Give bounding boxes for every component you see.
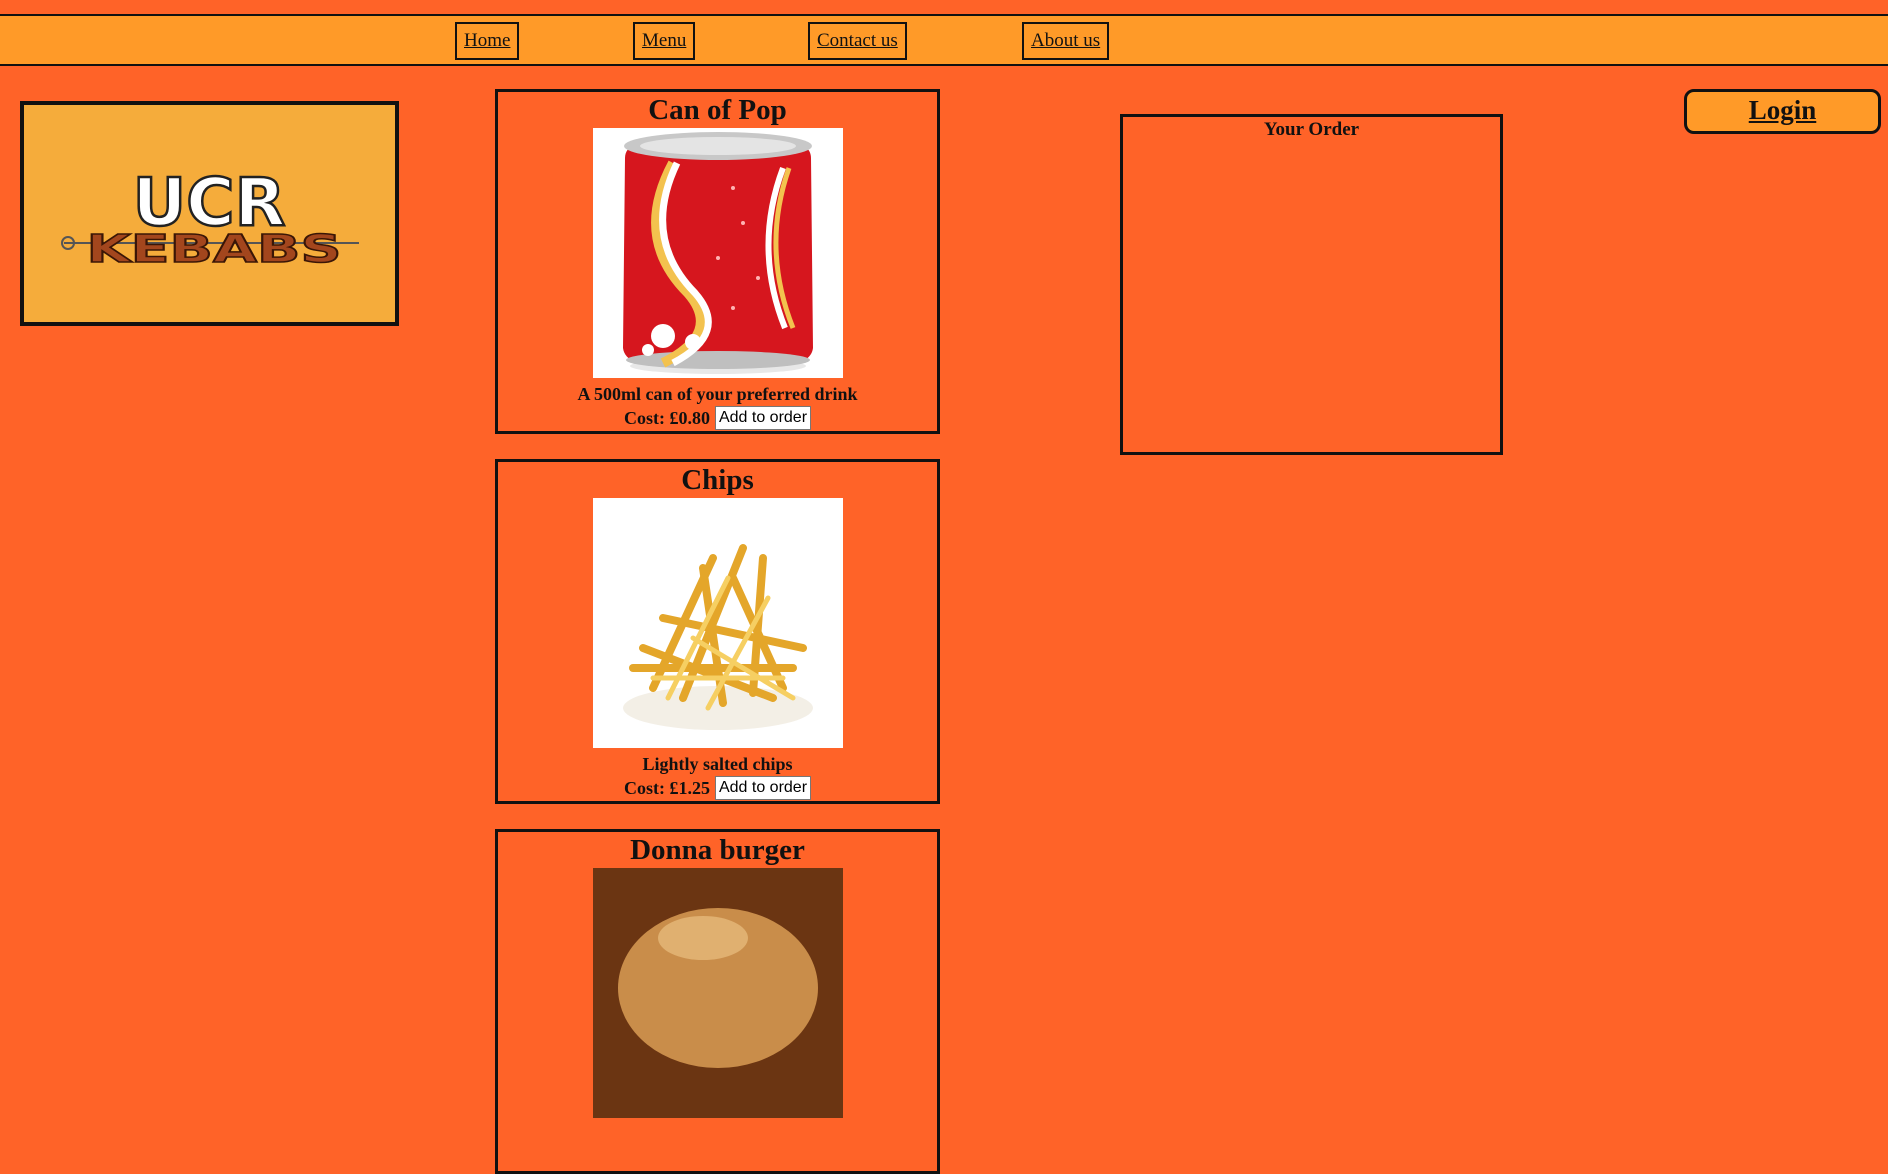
product-card-can-of-pop: Can of Pop A 500ml can of your preferred… [495, 89, 940, 434]
logo-image: UCR KEBABS [61, 163, 359, 272]
nav-link-home[interactable]: Home [455, 22, 520, 60]
product-card-donna-burger: Donna burger [495, 829, 940, 1174]
chips-image [592, 498, 843, 748]
nav-link-about-us[interactable]: About us [1022, 22, 1110, 60]
product-cost: Cost: £1.25 [623, 778, 710, 798]
your-order-panel: Your Order [1120, 114, 1503, 455]
product-cost: Cost: £0.80 [623, 408, 710, 428]
add-to-order-button[interactable]: Add to order [714, 776, 812, 800]
product-cost-row: Cost: £0.80 Add to order [498, 406, 937, 430]
product-description: A 500ml can of your preferred drink [577, 384, 858, 404]
can-of-pop-image [592, 128, 843, 378]
product-description: Lightly salted chips [642, 754, 793, 774]
logo-text-kebabs: KEBABS [87, 227, 342, 271]
product-card-chips: Chips Lightly salted chips Cost: £1.25 A… [495, 459, 940, 804]
nav-link-contact-us[interactable]: Contact us [808, 22, 907, 60]
order-title: Your Order [1263, 119, 1360, 140]
login-button[interactable]: Login [1684, 89, 1881, 134]
donna-burger-image [592, 868, 843, 1118]
add-to-order-button[interactable]: Add to order [714, 406, 812, 430]
top-navigation: Home Menu Contact us About us [0, 14, 1888, 66]
ucr-kebabs-logo: UCR KEBABS [20, 101, 399, 326]
product-title: Donna burger [630, 834, 805, 866]
nav-link-menu[interactable]: Menu [633, 22, 696, 60]
product-title: Chips [681, 464, 754, 496]
product-title: Can of Pop [648, 94, 787, 126]
product-cost-row: Cost: £1.25 Add to order [498, 776, 937, 800]
